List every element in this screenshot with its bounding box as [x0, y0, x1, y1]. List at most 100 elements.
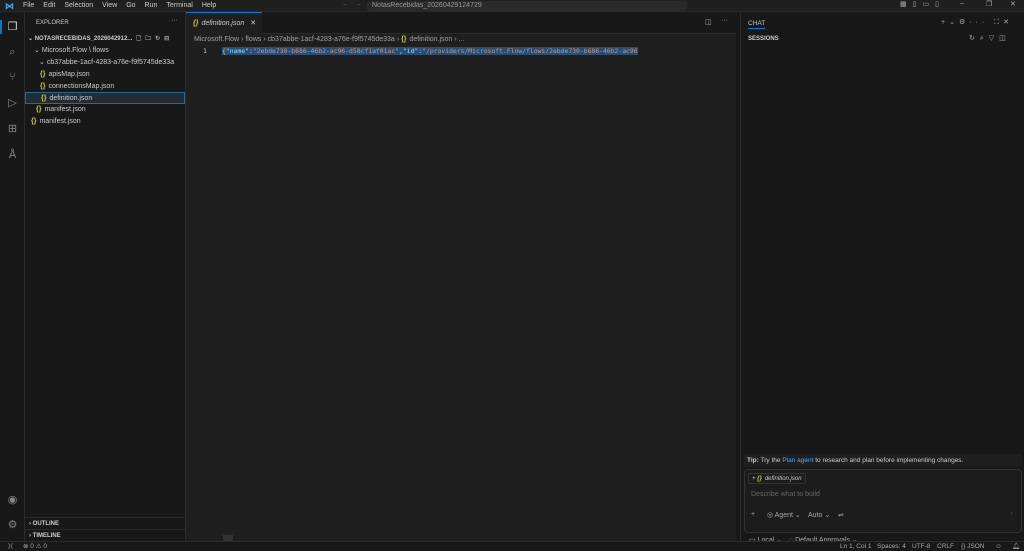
back-arrow-icon[interactable]: ← [342, 1, 349, 8]
line-ending[interactable]: CRLF [937, 542, 954, 551]
timeline-section[interactable]: › TIMELINE [25, 529, 185, 541]
notifications-bell-icon[interactable]: 🔔︎ [1012, 542, 1020, 551]
tree-file[interactable]: {} apisMap.json [25, 69, 185, 81]
code-line[interactable]: {"name":"2ebde730-b686-46b2-ac96-d58cf1a… [222, 47, 638, 55]
activity-bar: ❐ ⌕ ⑂ ▷ ⊞ Å ◉ ⚙ [0, 12, 25, 541]
add-icon[interactable]: + [751, 511, 755, 518]
menu-view[interactable]: View [102, 2, 117, 9]
tip-text: Try the [760, 457, 781, 464]
breadcrumb-item[interactable]: cb37abbe-1acf-4283-a76e-f9f5745de33a [268, 36, 395, 43]
file-label: definition.json [49, 95, 93, 102]
chat-toolbar-icons[interactable]: +⌄⚙··· ⛶✕ [941, 18, 1013, 27]
remote-icon[interactable]: ⟩⟨ [8, 542, 13, 551]
run-debug-icon[interactable]: ▷ [6, 97, 19, 110]
json-icon: {} [40, 83, 46, 90]
file-label: apisMap.json [48, 71, 90, 78]
search-text: NotasRecebidas_20260429124729 [372, 2, 482, 9]
extensions-icon[interactable]: ⊞ [6, 123, 19, 136]
active-indicator [0, 20, 2, 34]
forward-arrow-icon[interactable]: → [355, 1, 362, 8]
problems-indicator[interactable]: ⊗ 0 ⚠ 0 [23, 542, 47, 551]
timeline-label: TIMELINE [32, 533, 61, 539]
gear-icon[interactable]: ⚙ [6, 519, 19, 532]
json-icon: {} [31, 118, 37, 125]
explorer-toolbar-icons[interactable]: 🗋🗀↻⊟ [136, 36, 173, 42]
breadcrumb-item[interactable]: definition.json [410, 36, 453, 43]
layout-icons[interactable]: ▦▯▭▯ [900, 0, 945, 8]
status-bar: ⟩⟨ ⊗ 0 ⚠ 0 Ln 1, Col 1 Spaces: 4 UTF-8 C… [0, 541, 1024, 551]
language-mode[interactable]: {} JSON [961, 542, 985, 551]
code-token: "id" [402, 47, 419, 55]
breadcrumb-item[interactable]: flows [245, 36, 261, 43]
explorer-icon[interactable]: ❐ [6, 21, 19, 34]
code-token: "2ebde730-b686-46b2-ac96-d58cf1af01ac" [252, 47, 400, 55]
json-icon: {} [41, 95, 47, 102]
json-icon: {} [40, 71, 46, 78]
sessions-toolbar-icons[interactable]: ↻⌕▽◫ [969, 34, 1011, 43]
tree-folder[interactable]: ⌄ Microsoft.Flow \ flows [25, 45, 185, 57]
azure-icon[interactable]: Å [6, 149, 19, 162]
file-label: manifest.json [39, 118, 81, 125]
menu-terminal[interactable]: Terminal [166, 2, 192, 9]
folder-label: Microsoft.Flow \ flows [41, 47, 109, 54]
outline-section[interactable]: › OUTLINE [25, 517, 185, 529]
menu-help[interactable]: Help [202, 2, 216, 9]
menu-go[interactable]: Go [126, 2, 135, 9]
tab-definition-json[interactable]: {} definition.json ✕ [186, 12, 262, 34]
tree-file[interactable]: {} manifest.json [25, 116, 185, 128]
tools-icon[interactable]: ⇌ [838, 511, 844, 519]
file-label: manifest.json [44, 106, 86, 113]
plan-agent-link[interactable]: Plan agent [782, 457, 813, 464]
workspace-root[interactable]: ⌄ NOTASRECEBIDAS_2026042912... 🗋🗀↻⊟ [25, 33, 185, 45]
model-dropdown[interactable]: Auto ⌄ [808, 511, 830, 519]
language-label: JSON [967, 543, 985, 550]
copilot-icon[interactable]: ☺ [995, 542, 1002, 551]
agent-dropdown[interactable]: ◎ Agent ⌄ [767, 511, 801, 519]
breadcrumb-item[interactable]: ... [459, 36, 465, 43]
error-count: 0 [30, 543, 34, 550]
sidebar-title: EXPLORER [36, 20, 69, 26]
warning-count: 0 [43, 543, 47, 550]
indentation[interactable]: Spaces: 4 [877, 542, 906, 551]
cursor-position[interactable]: Ln 1, Col 1 [840, 542, 871, 551]
minimize-icon[interactable]: – [960, 0, 964, 7]
chat-input[interactable]: Describe what to build [751, 491, 820, 498]
chat-input-box: + {} definition.json Describe what to bui… [744, 469, 1022, 533]
agent-label: Agent [774, 512, 793, 519]
json-icon: {} [401, 36, 407, 43]
search-icon[interactable]: ⌕ [6, 46, 19, 59]
tree-file-selected[interactable]: {} definition.json [25, 92, 185, 104]
split-editor-icon[interactable]: ◫ [705, 18, 712, 26]
menu-file[interactable]: File [23, 2, 34, 9]
line-number: 1 [203, 47, 207, 55]
command-center-search[interactable]: NotasRecebidas_20260429124729 [367, 1, 687, 11]
vscode-logo-icon: ⋈ [5, 1, 14, 11]
context-attachment[interactable]: + {} definition.json [748, 473, 806, 484]
tip-text: to research and plan before implementing… [815, 457, 964, 464]
tip-label: Tip: [747, 457, 759, 464]
tab-bar: {} definition.json ✕ ◫ ··· [186, 12, 736, 34]
code-token: "/providers/Microsoft.Flow/flows/2ebde73… [422, 47, 638, 55]
menu-selection[interactable]: Selection [64, 2, 93, 9]
more-actions-icon[interactable]: ··· [171, 17, 178, 24]
account-icon[interactable]: ◉ [6, 494, 19, 507]
encoding[interactable]: UTF-8 [912, 542, 930, 551]
restore-icon[interactable]: ❐ [986, 0, 992, 8]
breadcrumb-item[interactable]: Microsoft.Flow [194, 36, 239, 43]
menu-edit[interactable]: Edit [43, 2, 55, 9]
json-icon: {} [36, 106, 42, 113]
title-bar: ⋈ File Edit Selection View Go Run Terminal Help… [0, 0, 1024, 12]
chat-tab[interactable]: CHAT [748, 20, 766, 29]
tree-file[interactable]: {} manifest.json [25, 104, 185, 116]
tree-folder[interactable]: ⌄ cb37abbe-1acf-4283-a76e-f9f5745de33a [25, 57, 185, 69]
send-icon[interactable]: ↑ [1010, 511, 1014, 518]
breadcrumb: Microsoft.Flow › flows › cb37abbe-1acf-4… [194, 36, 465, 43]
source-control-icon[interactable]: ⑂ [6, 71, 19, 84]
outline-label: OUTLINE [32, 521, 60, 527]
model-label: Auto [808, 512, 823, 519]
menu-run[interactable]: Run [145, 2, 158, 9]
more-actions-icon[interactable]: ··· [721, 17, 728, 24]
sessions-header: SESSIONS [748, 36, 779, 42]
close-window-icon[interactable]: ✕ [1010, 0, 1016, 8]
close-tab-icon[interactable]: ✕ [250, 20, 256, 27]
